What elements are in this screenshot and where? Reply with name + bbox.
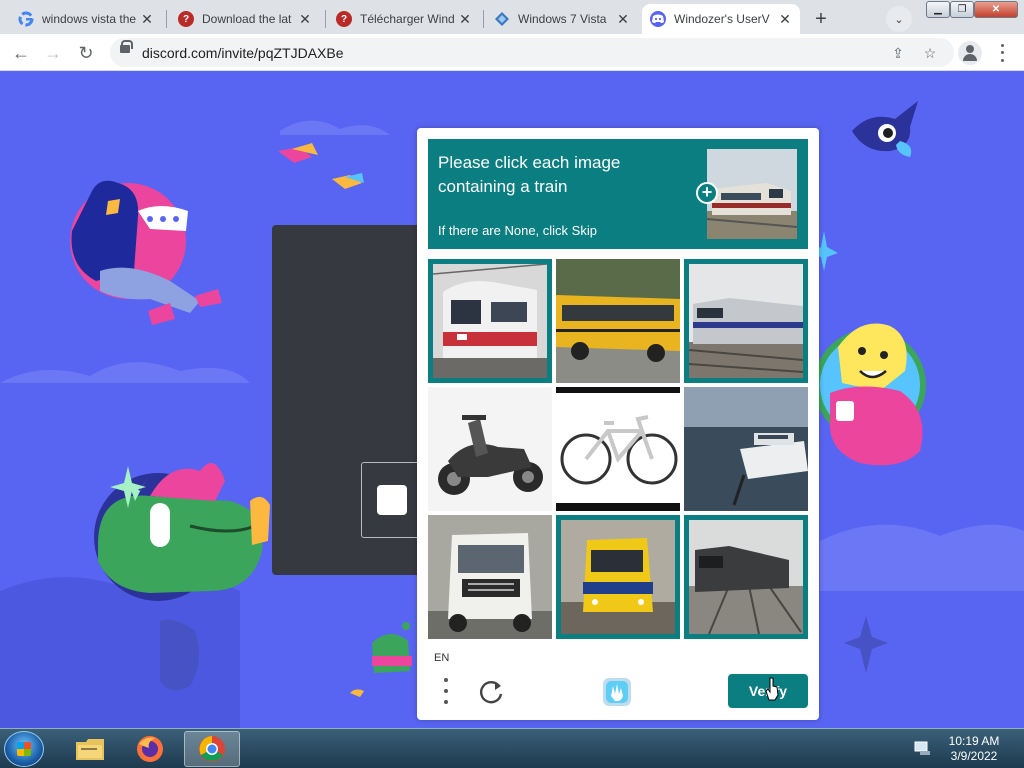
reload-icon[interactable]: ↻ bbox=[73, 40, 99, 66]
close-tab-icon[interactable]: ✕ bbox=[140, 11, 154, 28]
share-icon[interactable]: ⇪ bbox=[888, 43, 908, 63]
dark-train-image bbox=[689, 520, 803, 634]
chrome-icon[interactable] bbox=[184, 731, 240, 767]
captcha-prompt-line-1: Please click each image bbox=[438, 153, 621, 172]
example-train-image[interactable] bbox=[707, 149, 797, 239]
captcha-menu-icon[interactable] bbox=[439, 678, 453, 704]
scooter-image bbox=[428, 387, 552, 511]
truck-image bbox=[428, 515, 552, 639]
hand-cursor-icon bbox=[765, 677, 779, 701]
yellow-train-image bbox=[561, 520, 675, 634]
forward-arrow-icon[interactable]: → bbox=[40, 40, 66, 66]
back-arrow-icon[interactable]: ← bbox=[8, 40, 34, 66]
red-train-image bbox=[433, 264, 547, 378]
boat-image bbox=[684, 387, 808, 511]
start-button[interactable] bbox=[4, 731, 44, 767]
windows-taskbar: 10:19 AM 3/9/2022 bbox=[0, 728, 1024, 768]
refresh-icon[interactable] bbox=[477, 678, 505, 706]
tab-search-button[interactable]: ⌄ bbox=[886, 6, 912, 32]
site-icon bbox=[494, 11, 510, 27]
captcha-tile-9[interactable] bbox=[684, 515, 808, 639]
captcha-challenge: Please click each image containing a tra… bbox=[417, 128, 819, 720]
captcha-prompt-line-2: containing a train bbox=[438, 177, 568, 196]
tab-windows-7-vista[interactable]: Windows 7 Vista ✕ bbox=[486, 4, 638, 34]
file-explorer-icon[interactable] bbox=[62, 731, 118, 767]
minimize-button[interactable]: ▁ bbox=[926, 1, 950, 18]
captcha-tile-5[interactable] bbox=[556, 387, 680, 511]
firefox-icon[interactable] bbox=[122, 731, 178, 767]
captcha-tile-2[interactable] bbox=[556, 259, 680, 383]
tab-separator bbox=[483, 10, 484, 28]
captcha-tile-1[interactable] bbox=[428, 259, 552, 383]
clock-time: 10:19 AM bbox=[948, 734, 1000, 748]
close-tab-icon[interactable]: ✕ bbox=[778, 11, 792, 28]
network-icon[interactable] bbox=[914, 740, 932, 756]
maximize-button[interactable]: ❐ bbox=[950, 1, 974, 18]
close-tab-icon[interactable]: ✕ bbox=[458, 11, 472, 28]
bookmark-star-icon[interactable]: ☆ bbox=[920, 43, 940, 63]
locomotive-image bbox=[689, 264, 803, 378]
hcaptcha-logo-icon[interactable] bbox=[601, 676, 633, 708]
school-bus-image bbox=[556, 259, 680, 383]
close-window-button[interactable]: ✕ bbox=[974, 1, 1018, 18]
tab-title: windows vista the bbox=[42, 12, 137, 26]
captcha-tile-3[interactable] bbox=[684, 259, 808, 383]
tab-title: Windows 7 Vista bbox=[518, 12, 607, 26]
tab-download-the-latest[interactable]: ? Download the lat ✕ bbox=[170, 4, 320, 34]
captcha-tile-4[interactable] bbox=[428, 387, 552, 511]
tab-windows-vista-theme[interactable]: windows vista the ✕ bbox=[10, 4, 162, 34]
tab-title: Windozer's UserV bbox=[674, 12, 770, 26]
tab-separator bbox=[166, 10, 167, 28]
quora-icon: ? bbox=[178, 11, 194, 27]
captcha-tile-6[interactable] bbox=[684, 387, 808, 511]
captcha-tile-7[interactable] bbox=[428, 515, 552, 639]
discord-icon bbox=[650, 11, 666, 27]
google-icon bbox=[18, 11, 34, 27]
chrome-menu-icon[interactable] bbox=[992, 42, 1012, 64]
browser-tab-strip: windows vista the ✕ ? Download the lat ✕… bbox=[0, 0, 1024, 34]
tab-telecharger-windows[interactable]: ? Télécharger Wind ✕ bbox=[328, 4, 480, 34]
tab-title: Télécharger Wind bbox=[360, 12, 455, 26]
skip-hint: If there are None, click Skip bbox=[438, 223, 597, 238]
system-clock[interactable]: 10:19 AM 3/9/2022 bbox=[938, 734, 1010, 764]
quora-icon: ? bbox=[336, 11, 352, 27]
zoom-example-icon[interactable]: + bbox=[696, 182, 718, 204]
tab-separator bbox=[325, 10, 326, 28]
bicycle-image bbox=[556, 387, 680, 511]
address-bar[interactable]: discord.com/invite/pqZTJDAXBe ⇪ ☆ bbox=[110, 38, 954, 67]
captcha-header: Please click each image containing a tra… bbox=[428, 139, 808, 249]
new-tab-button[interactable]: + bbox=[808, 6, 834, 32]
browser-toolbar: ← → ↻ discord.com/invite/pqZTJDAXBe ⇪ ☆ bbox=[0, 34, 1024, 71]
tab-title: Download the lat bbox=[202, 12, 292, 26]
url-text[interactable]: discord.com/invite/pqZTJDAXBe bbox=[142, 45, 344, 61]
profile-avatar-icon[interactable] bbox=[958, 41, 982, 65]
clock-date: 3/9/2022 bbox=[950, 749, 998, 763]
captcha-tile-8[interactable] bbox=[556, 515, 680, 639]
close-tab-icon[interactable]: ✕ bbox=[616, 11, 630, 28]
captcha-prompt: Please click each image containing a tra… bbox=[438, 151, 678, 199]
language-selector[interactable]: EN bbox=[434, 652, 449, 664]
tab-windozers-userver[interactable]: Windozer's UserV ✕ bbox=[642, 4, 800, 34]
lock-icon[interactable] bbox=[120, 40, 133, 53]
close-tab-icon[interactable]: ✕ bbox=[298, 11, 312, 28]
